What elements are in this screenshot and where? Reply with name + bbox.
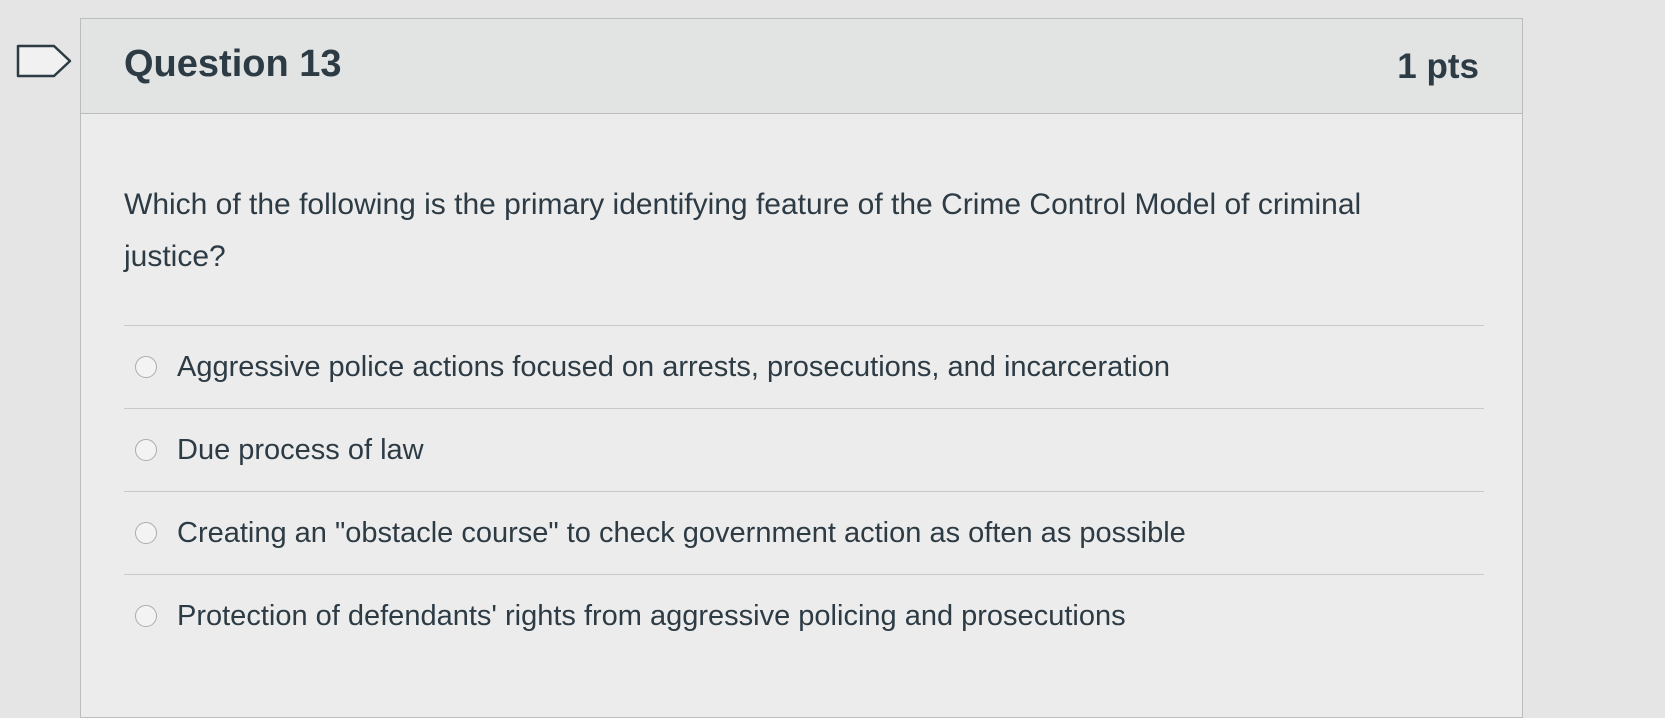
question-text: Which of the following is the primary id… (124, 188, 1362, 273)
question-points: 1 pts (1397, 47, 1479, 86)
question-card: Question 13 1 pts Which of the following… (80, 18, 1523, 718)
answer-option[interactable]: Protection of defendants' rights from ag… (124, 574, 1484, 657)
question-header: Question 13 1 pts (81, 19, 1522, 114)
radio-button[interactable] (135, 356, 157, 378)
answer-list: Aggressive police actions focused on arr… (124, 325, 1484, 657)
radio-button[interactable] (135, 522, 157, 544)
answer-label[interactable]: Creating an "obstacle course" to check g… (177, 517, 1186, 550)
radio-button[interactable] (135, 605, 157, 627)
question-title: Question 13 (124, 43, 342, 85)
answer-label[interactable]: Protection of defendants' rights from ag… (177, 600, 1126, 633)
answer-option[interactable]: Creating an "obstacle course" to check g… (124, 491, 1484, 574)
flag-question-icon[interactable] (16, 44, 72, 78)
radio-button[interactable] (135, 439, 157, 461)
answer-option[interactable]: Due process of law (124, 408, 1484, 491)
answer-label[interactable]: Due process of law (177, 434, 424, 467)
answer-option[interactable]: Aggressive police actions focused on arr… (124, 325, 1484, 408)
answer-label[interactable]: Aggressive police actions focused on arr… (177, 351, 1170, 384)
